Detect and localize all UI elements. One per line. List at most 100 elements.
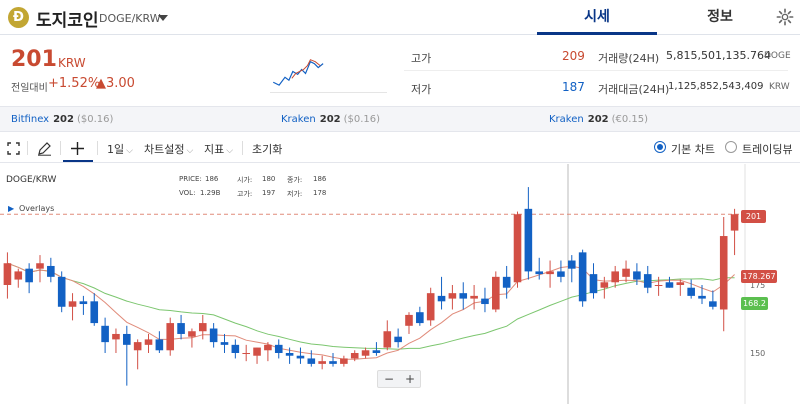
candle-body bbox=[481, 298, 489, 305]
volume-unit: DOGE bbox=[764, 51, 791, 61]
candle-body bbox=[535, 271, 544, 275]
candle-body bbox=[492, 276, 500, 310]
exchange-converted: ($0.16) bbox=[76, 114, 114, 125]
info-low-label: 저가: bbox=[287, 190, 303, 198]
indicators-menu[interactable]: 지표 ⌵ bbox=[204, 141, 233, 157]
stat-divider bbox=[404, 70, 788, 71]
low-label: 저가 bbox=[411, 83, 432, 96]
tradingview-label[interactable]: 트레이딩뷰 bbox=[742, 141, 793, 157]
candle-body bbox=[123, 333, 131, 345]
basic-chart-radio[interactable] bbox=[654, 141, 666, 153]
candle-body bbox=[14, 271, 23, 280]
candle-body bbox=[57, 276, 66, 307]
candle-body bbox=[633, 271, 641, 280]
candle-body bbox=[220, 342, 229, 345]
exchange-item[interactable]: Kraken 202 ($0.16) bbox=[281, 114, 380, 125]
candle-body bbox=[470, 295, 478, 299]
candle-body bbox=[329, 361, 337, 364]
exchange-item[interactable]: Bitfinex 202 ($0.16) bbox=[11, 114, 113, 125]
overlays-label[interactable]: Overlays bbox=[19, 204, 54, 213]
zoom-in-button[interactable]: + bbox=[405, 372, 415, 386]
candle-body bbox=[698, 295, 706, 299]
candle-body bbox=[25, 268, 33, 283]
candle-body bbox=[567, 260, 576, 269]
gear-icon[interactable] bbox=[776, 8, 794, 26]
candlestick-chart[interactable]: DOGE/KRW ▶ Overlays PRICE: 186 시가: 180 종… bbox=[0, 164, 800, 404]
candle-body bbox=[79, 301, 88, 305]
exchange-converted: ($0.16) bbox=[343, 114, 381, 125]
coin-selector-caret-icon[interactable] bbox=[158, 15, 168, 21]
chart-canvas[interactable] bbox=[0, 164, 800, 404]
chevron-down-icon: ⌵ bbox=[126, 146, 133, 156]
overlays-toggle-icon[interactable]: ▶ bbox=[8, 204, 14, 213]
chart-settings-menu[interactable]: 차트설정 ⌵ bbox=[144, 141, 193, 157]
info-close: 186 bbox=[313, 175, 327, 183]
candle-body bbox=[394, 336, 402, 343]
info-vol-label: VOL: bbox=[179, 189, 196, 197]
candle-body bbox=[426, 293, 435, 321]
candle-body bbox=[437, 295, 446, 302]
price-summary: 201 KRW 전일대비 +1.52% ▲3.00 고가 209 거래량(24H… bbox=[0, 36, 800, 106]
candle-body bbox=[253, 347, 261, 356]
candle-body bbox=[188, 331, 196, 337]
candle-body bbox=[687, 287, 695, 296]
dogecoin-logo-icon: Ð bbox=[8, 7, 29, 28]
coin-title: 도지코인 bbox=[36, 11, 99, 31]
chevron-down-icon: ⌵ bbox=[226, 146, 234, 156]
tab-info[interactable]: 정보 bbox=[657, 0, 783, 35]
pencil-icon[interactable] bbox=[37, 141, 52, 156]
candle-body bbox=[101, 325, 109, 343]
change-amount: ▲3.00 bbox=[96, 76, 135, 91]
candle-body bbox=[198, 323, 207, 332]
fullscreen-icon[interactable] bbox=[7, 142, 20, 155]
exchange-price: 202 bbox=[53, 114, 74, 125]
zoom-out-button[interactable]: − bbox=[384, 372, 394, 386]
chart-toolbar: 1일 ⌵ 차트설정 ⌵ 지표 ⌵ 초기화 기본 차트 트레이딩뷰 bbox=[0, 134, 800, 163]
price-unit: KRW bbox=[58, 56, 86, 70]
low-value: 187 bbox=[562, 80, 585, 94]
y-axis-tick: 150 bbox=[750, 349, 766, 358]
amount-unit: KRW bbox=[769, 82, 790, 92]
crosshair-icon[interactable] bbox=[70, 141, 85, 156]
toolbar-divider bbox=[242, 141, 243, 155]
candle-body bbox=[242, 353, 250, 354]
info-price: 186 bbox=[205, 175, 219, 183]
candle-body bbox=[361, 350, 370, 356]
tab-quote[interactable]: 시세 bbox=[537, 0, 657, 35]
exchange-item[interactable]: Kraken 202 (€0.15) bbox=[549, 114, 648, 125]
candle-body bbox=[405, 314, 413, 326]
basic-chart-label[interactable]: 기본 차트 bbox=[671, 141, 715, 157]
candle-body bbox=[350, 353, 359, 359]
candle-body bbox=[611, 271, 619, 283]
info-price-label: PRICE: bbox=[179, 175, 202, 183]
candle-body bbox=[231, 344, 240, 353]
exchange-price: 202 bbox=[319, 114, 341, 125]
info-high: 197 bbox=[262, 189, 276, 197]
volume-value: 5,815,501,135.764 bbox=[666, 49, 771, 62]
change-percent: +1.52% bbox=[48, 76, 101, 91]
tradingview-radio[interactable] bbox=[725, 141, 737, 153]
candle-body bbox=[340, 358, 348, 364]
info-high-label: 고가: bbox=[237, 190, 253, 198]
coin-header: Ð 도지코인 DOGE/KRW 시세 정보 bbox=[0, 0, 800, 35]
toolbar-divider bbox=[60, 141, 61, 155]
candle-body bbox=[589, 274, 598, 294]
candle-body bbox=[318, 361, 326, 364]
candle-body bbox=[654, 285, 663, 286]
candle-body bbox=[3, 263, 12, 285]
candle-body bbox=[546, 271, 554, 275]
volume-label: 거래량(24H) bbox=[598, 52, 660, 65]
reset-button[interactable]: 초기화 bbox=[252, 141, 282, 157]
candle-body bbox=[144, 339, 153, 345]
ma-short-tag: 178.267 bbox=[741, 270, 777, 283]
interval-select[interactable]: 1일 ⌵ bbox=[107, 141, 133, 157]
exchange-name: Bitfinex bbox=[11, 114, 50, 125]
high-value: 209 bbox=[562, 49, 585, 63]
candle-body bbox=[274, 344, 283, 353]
info-open-label: 시가: bbox=[237, 176, 253, 184]
change-label: 전일대비 bbox=[11, 83, 48, 94]
candle-body bbox=[600, 282, 609, 288]
candle-body bbox=[513, 214, 522, 283]
candle-body bbox=[133, 342, 142, 351]
candle-body bbox=[264, 344, 272, 351]
